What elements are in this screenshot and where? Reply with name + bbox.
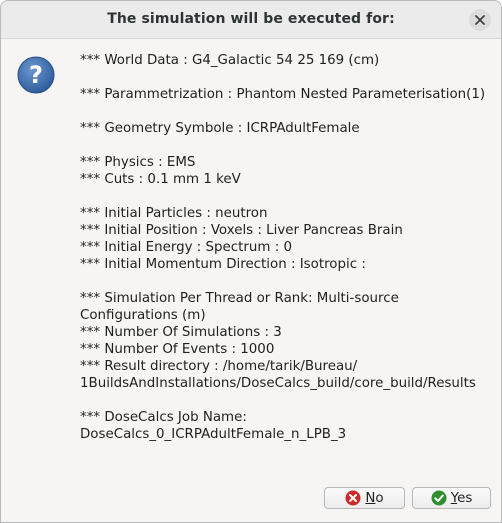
no-button-label: No [365, 490, 384, 506]
close-button[interactable] [469, 9, 491, 31]
message-line: *** Physics : EMS [80, 155, 196, 170]
message-line: *** Number Of Events : 1000 [80, 342, 275, 357]
message-line: *** Initial Momentum Direction : Isotrop… [80, 257, 366, 272]
yes-button[interactable]: Yes [412, 487, 491, 509]
dialog-title: The simulation will be executed for: [107, 11, 395, 27]
message-line: DoseCalcs_0_ICRPAdultFemale_n_LPB_3 [80, 427, 347, 442]
message-line: *** Number Of Simulations : 3 [80, 325, 282, 340]
dialog-titlebar[interactable]: The simulation will be executed for: [1, 1, 501, 39]
message-line: *** Initial Position : Voxels : Liver Pa… [80, 223, 403, 238]
message-line: *** Initial Particles : neutron [80, 206, 268, 221]
message-line: *** Geometry Symbole : ICRPAdultFemale [80, 121, 360, 136]
message-line: *** Cuts : 0.1 mm 1 keV [80, 172, 241, 187]
message-line: Configurations (m) [80, 308, 206, 323]
dialog-body: ? *** World Data : G4_Galactic 54 25 169… [1, 39, 501, 522]
cancel-icon [345, 490, 361, 506]
message-dialog: The simulation will be executed for: ? *… [0, 0, 502, 523]
svg-text:?: ? [29, 61, 43, 89]
message-line: *** Parammetrization : Phantom Nested Pa… [80, 87, 486, 102]
message-line: *** Simulation Per Thread or Rank: Multi… [80, 291, 399, 306]
no-button[interactable]: No [324, 487, 405, 509]
message-line: *** World Data : G4_Galactic 54 25 169 (… [80, 53, 380, 68]
message-line: *** DoseCalcs Job Name: [80, 410, 247, 425]
close-icon [475, 15, 485, 25]
yes-button-label: Yes [450, 490, 473, 506]
dialog-message: *** World Data : G4_Galactic 54 25 169 (… [80, 52, 495, 443]
check-icon [431, 490, 447, 506]
question-icon: ? [17, 56, 55, 94]
message-line: *** Initial Energy : Spectrum : 0 [80, 240, 292, 255]
message-line: *** Result directory : /home/tarik/Burea… [80, 359, 358, 374]
message-line: 1BuildsAndInstallations/DoseCalcs_build/… [80, 376, 476, 391]
